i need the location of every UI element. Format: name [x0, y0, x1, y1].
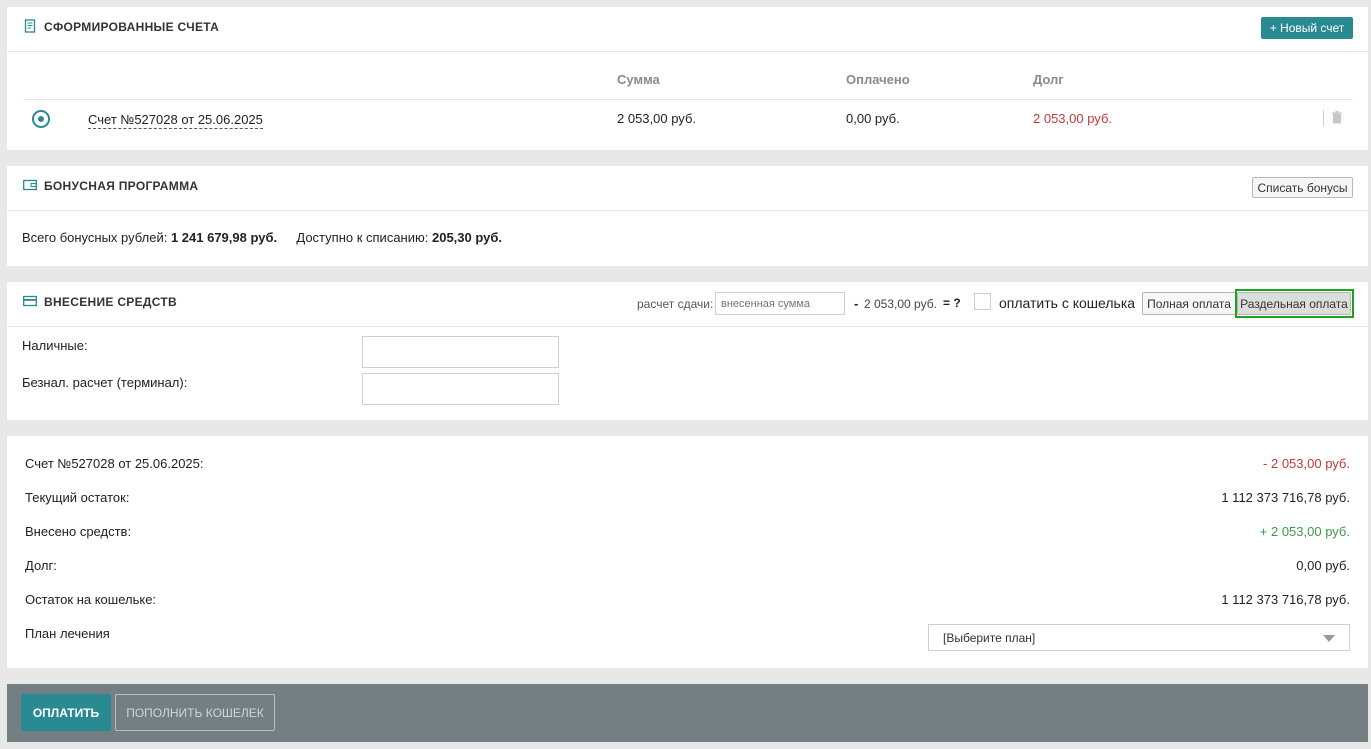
- invoices-panel: СФОРМИРОВАННЫЕ СЧЕТА + Новый счет Сумма …: [7, 7, 1368, 150]
- invoice-paid: 0,00 руб.: [846, 111, 900, 126]
- invoice-debt: 2 053,00 руб.: [1033, 111, 1113, 126]
- bonus-header: БОНУСНАЯ ПРОГРАММА Списать бонусы: [7, 166, 1368, 211]
- summary-row-deposited: Внесено средств: + 2 053,00 руб.: [25, 524, 1350, 539]
- col-debt: Долг: [1033, 72, 1064, 87]
- bonus-title: БОНУСНАЯ ПРОГРАММА: [44, 179, 199, 193]
- invoices-title: СФОРМИРОВАННЫЕ СЧЕТА: [44, 20, 220, 34]
- plan-select-value: [Выберите план]: [943, 631, 1036, 645]
- bonus-available-value: 205,30 руб.: [431, 230, 502, 245]
- change-label: расчет сдачи:: [637, 297, 714, 311]
- summary-value: 1 112 373 716,78 руб.: [1221, 592, 1350, 607]
- plan-select[interactable]: [Выберите план]: [928, 624, 1350, 651]
- summary-value: 0,00 руб.: [1296, 558, 1350, 573]
- card-label: Безнал. расчет (терминал):: [22, 375, 188, 390]
- summary-row-invoice: Счет №527028 от 25.06.2025: - 2 053,00 р…: [25, 456, 1350, 471]
- summary-label: Долг:: [25, 558, 57, 573]
- summary-label: Текущий остаток:: [25, 490, 130, 505]
- col-sum: Сумма: [617, 72, 660, 87]
- bonus-total-value: 1 241 679,98 руб.: [170, 230, 278, 245]
- credit-card-icon: [23, 295, 37, 307]
- bonus-available-label: Доступно к списанию:: [296, 230, 429, 245]
- summary-label: Внесено средств:: [25, 524, 132, 539]
- writeoff-bonus-button[interactable]: Списать бонусы: [1252, 177, 1353, 198]
- bonus-panel: БОНУСНАЯ ПРОГРАММА Списать бонусы Всего …: [7, 166, 1368, 266]
- summary-label: Счет №527028 от 25.06.2025:: [25, 456, 204, 471]
- bonus-info: Всего бонусных рублей: 1 241 679,98 руб.…: [22, 230, 502, 245]
- table-divider: [23, 99, 1353, 100]
- card-input[interactable]: [362, 373, 559, 405]
- invoices-header: СФОРМИРОВАННЫЕ СЧЕТА + Новый счет: [7, 7, 1368, 52]
- invoice-link[interactable]: Счет №527028 от 25.06.2025: [88, 112, 263, 129]
- bonus-total-label: Всего бонусных рублей:: [22, 230, 168, 245]
- new-invoice-button[interactable]: + Новый счет: [1261, 17, 1353, 39]
- summary-row-wallet: Остаток на кошельке: 1 112 373 716,78 ру…: [25, 592, 1350, 607]
- summary-value: + 2 053,00 руб.: [1259, 524, 1350, 539]
- full-pay-button[interactable]: Полная оплата: [1142, 292, 1236, 315]
- deposit-panel: ВНЕСЕНИЕ СРЕДСТВ расчет сдачи: - 2 053,0…: [7, 282, 1368, 420]
- deposit-header: ВНЕСЕНИЕ СРЕДСТВ расчет сдачи: - 2 053,0…: [7, 282, 1368, 327]
- pay-button[interactable]: ОПЛАТИТЬ: [21, 694, 111, 731]
- cash-label: Наличные:: [22, 338, 88, 353]
- summary-panel: Счет №527028 от 25.06.2025: - 2 053,00 р…: [7, 436, 1368, 668]
- split-pay-button[interactable]: Раздельная оплата: [1237, 292, 1351, 315]
- topup-wallet-button[interactable]: ПОПОЛНИТЬ КОШЕЛЕК: [115, 694, 275, 731]
- row-separator: [1323, 110, 1324, 126]
- col-paid: Оплачено: [846, 72, 910, 87]
- receipt-icon: [24, 19, 36, 33]
- invoice-sum: 2 053,00 руб.: [617, 111, 697, 126]
- change-minus: -: [854, 296, 859, 311]
- wallet-checkbox[interactable]: [974, 293, 991, 310]
- chevron-down-icon: [1323, 635, 1335, 642]
- radio-dot: [38, 116, 44, 122]
- summary-row-debt: Долг: 0,00 руб.: [25, 558, 1350, 573]
- summary-value: 1 112 373 716,78 руб.: [1221, 490, 1350, 505]
- wallet-checkbox-label[interactable]: оплатить с кошелька: [999, 295, 1135, 311]
- summary-row-balance: Текущий остаток: 1 112 373 716,78 руб.: [25, 490, 1350, 505]
- change-amount: 2 053,00 руб.: [864, 297, 937, 311]
- invoice-radio[interactable]: [32, 110, 50, 128]
- summary-label: Остаток на кошельке:: [25, 592, 157, 607]
- summary-value: - 2 053,00 руб.: [1263, 456, 1350, 471]
- wallet-icon: [23, 179, 37, 191]
- plan-label: План лечения: [25, 626, 110, 641]
- change-equals: = ?: [943, 296, 961, 310]
- change-amount-input[interactable]: [715, 292, 845, 315]
- action-footer: ОПЛАТИТЬ ПОПОЛНИТЬ КОШЕЛЕК: [7, 684, 1368, 742]
- trash-icon[interactable]: [1331, 111, 1343, 124]
- cash-input[interactable]: [362, 336, 559, 368]
- deposit-title: ВНЕСЕНИЕ СРЕДСТВ: [44, 295, 178, 309]
